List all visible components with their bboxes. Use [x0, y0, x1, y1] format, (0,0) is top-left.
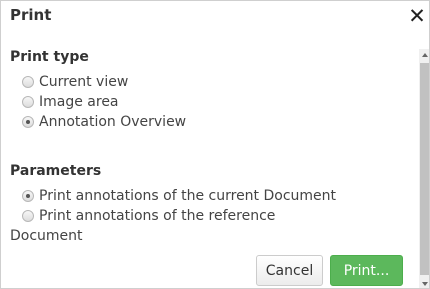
dialog-titlebar: Print ✕: [1, 1, 429, 32]
radio-button[interactable]: [22, 76, 34, 88]
cancel-button[interactable]: Cancel: [256, 255, 323, 286]
radio-label: Print annotations of the current Documen…: [39, 188, 337, 204]
radio-label: Image area: [39, 94, 119, 110]
radio-button[interactable]: [22, 210, 34, 222]
print-button[interactable]: Print...: [330, 255, 403, 286]
radio-button-selected[interactable]: [22, 116, 34, 128]
parameters-heading: Parameters: [10, 163, 102, 179]
print-type-heading: Print type: [10, 49, 89, 65]
radio-button[interactable]: [22, 96, 34, 108]
print-dialog: Print ✕ Print type Current view Image ar…: [0, 0, 430, 289]
dialog-title: Print: [10, 6, 52, 24]
radio-label-continuation: Document: [10, 228, 83, 244]
scroll-up-arrow-icon[interactable]: [419, 49, 429, 61]
radio-label: Print annotations of the reference: [39, 208, 276, 224]
radio-button-selected[interactable]: [22, 190, 34, 202]
vertical-scrollbar[interactable]: [419, 49, 429, 288]
scroll-down-arrow-icon[interactable]: [419, 278, 429, 288]
radio-label: Annotation Overview: [39, 114, 187, 130]
dialog-content: Print type Current view Image area Annot…: [1, 49, 419, 288]
scrollbar-thumb[interactable]: [420, 63, 429, 275]
close-icon[interactable]: ✕: [405, 1, 429, 31]
radio-label: Current view: [39, 74, 129, 90]
